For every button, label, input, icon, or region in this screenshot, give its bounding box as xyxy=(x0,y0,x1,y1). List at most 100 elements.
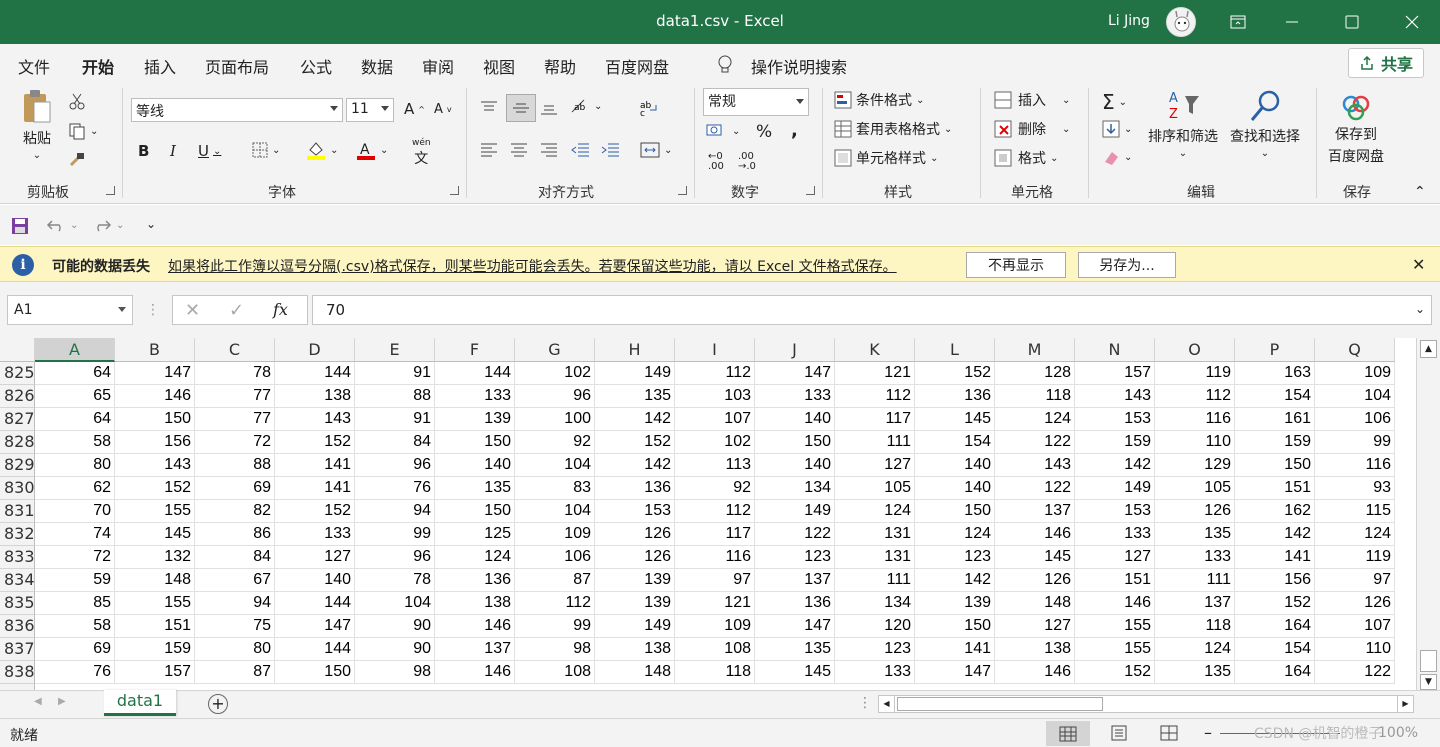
cell[interactable]: 155 xyxy=(1075,638,1155,661)
cell[interactable]: 74 xyxy=(35,523,115,546)
cell[interactable]: 115 xyxy=(1315,500,1395,523)
cell[interactable]: 145 xyxy=(995,546,1075,569)
normal-view-button[interactable] xyxy=(1046,721,1090,746)
align-bottom-icon[interactable] xyxy=(540,100,558,116)
tab-home[interactable]: 开始 xyxy=(82,54,115,85)
format-cells-button[interactable]: 格式 ⌄ xyxy=(994,148,1058,168)
tab-review[interactable]: 审阅 xyxy=(422,54,454,78)
tab-page-layout[interactable]: 页面布局 xyxy=(205,54,269,78)
cell[interactable]: 125 xyxy=(435,523,515,546)
cell[interactable]: 145 xyxy=(755,661,835,684)
accounting-format-icon[interactable]: ⌄ xyxy=(706,122,740,140)
column-header-q[interactable]: Q xyxy=(1315,338,1395,362)
close-icon[interactable] xyxy=(1392,6,1432,38)
borders-icon[interactable]: ⌄ xyxy=(252,142,280,158)
cell[interactable]: 144 xyxy=(435,362,515,385)
decrease-font-icon[interactable]: Av xyxy=(434,102,452,117)
cell[interactable]: 85 xyxy=(35,592,115,615)
cell[interactable]: 109 xyxy=(515,523,595,546)
column-header-e[interactable]: E xyxy=(355,338,435,362)
share-button[interactable]: 共享 xyxy=(1348,48,1424,78)
row-header[interactable]: 837 xyxy=(0,638,35,661)
expand-formula-icon[interactable]: ⌄ xyxy=(1415,302,1425,316)
column-header-a[interactable]: A xyxy=(35,338,115,362)
comma-button[interactable]: , xyxy=(791,120,798,141)
scroll-up-icon[interactable]: ▲ xyxy=(1420,340,1437,358)
cell[interactable]: 113 xyxy=(675,454,755,477)
cell[interactable]: 144 xyxy=(275,592,355,615)
cell[interactable]: 149 xyxy=(595,615,675,638)
cell[interactable]: 104 xyxy=(1315,385,1395,408)
italic-button[interactable]: I xyxy=(170,142,176,160)
cell[interactable]: 150 xyxy=(755,431,835,454)
cell[interactable]: 64 xyxy=(35,408,115,431)
lightbulb-icon[interactable] xyxy=(716,54,734,78)
cell[interactable]: 155 xyxy=(1075,615,1155,638)
row-header[interactable]: 826 xyxy=(0,385,35,408)
cell[interactable]: 58 xyxy=(35,431,115,454)
cell[interactable]: 144 xyxy=(275,362,355,385)
cell[interactable]: 118 xyxy=(1155,615,1235,638)
cell[interactable]: 87 xyxy=(195,661,275,684)
cell[interactable]: 126 xyxy=(995,569,1075,592)
cell[interactable]: 146 xyxy=(1075,592,1155,615)
column-header-l[interactable]: L xyxy=(915,338,995,362)
cell[interactable]: 107 xyxy=(1315,615,1395,638)
cell[interactable]: 90 xyxy=(355,615,435,638)
cell[interactable]: 116 xyxy=(1155,408,1235,431)
scroll-left-icon[interactable]: ◀ xyxy=(879,696,895,712)
cell[interactable]: 135 xyxy=(595,385,675,408)
cell[interactable]: 140 xyxy=(915,477,995,500)
align-middle-icon[interactable] xyxy=(506,94,536,122)
orientation-icon[interactable]: ab ⌄ xyxy=(570,98,602,114)
cell[interactable]: 80 xyxy=(195,638,275,661)
tab-help[interactable]: 帮助 xyxy=(544,54,576,78)
cell[interactable]: 152 xyxy=(915,362,995,385)
cell[interactable]: 131 xyxy=(835,546,915,569)
clipboard-launcher-icon[interactable] xyxy=(106,186,115,195)
cell[interactable]: 102 xyxy=(515,362,595,385)
cell[interactable]: 129 xyxy=(1155,454,1235,477)
cell[interactable]: 123 xyxy=(915,546,995,569)
scroll-right-icon[interactable]: ▶ xyxy=(1397,696,1413,712)
column-header-m[interactable]: M xyxy=(995,338,1075,362)
cell[interactable]: 121 xyxy=(675,592,755,615)
cell[interactable]: 106 xyxy=(515,546,595,569)
cell[interactable]: 133 xyxy=(835,661,915,684)
cell[interactable]: 104 xyxy=(515,454,595,477)
cell[interactable]: 122 xyxy=(995,477,1075,500)
cell[interactable]: 149 xyxy=(755,500,835,523)
column-header-o[interactable]: O xyxy=(1155,338,1235,362)
cell[interactable]: 157 xyxy=(1075,362,1155,385)
cell[interactable]: 124 xyxy=(1155,638,1235,661)
name-box[interactable]: A1 xyxy=(7,295,133,325)
cell[interactable]: 94 xyxy=(355,500,435,523)
cell[interactable]: 135 xyxy=(755,638,835,661)
cell[interactable]: 152 xyxy=(275,431,355,454)
cell[interactable]: 127 xyxy=(275,546,355,569)
cell[interactable]: 140 xyxy=(755,454,835,477)
cell[interactable]: 154 xyxy=(1235,385,1315,408)
cut-icon[interactable] xyxy=(68,92,86,110)
insert-cells-button[interactable]: 插入 ⌄ xyxy=(994,90,1070,110)
cell[interactable]: 155 xyxy=(115,500,195,523)
font-name-select[interactable]: 等线 xyxy=(131,98,343,122)
cell[interactable]: 142 xyxy=(1075,454,1155,477)
cell[interactable]: 162 xyxy=(1235,500,1315,523)
cell[interactable]: 112 xyxy=(675,362,755,385)
cell[interactable]: 139 xyxy=(595,569,675,592)
cell[interactable]: 143 xyxy=(995,454,1075,477)
page-break-view-icon[interactable] xyxy=(1160,725,1178,741)
tab-split-handle[interactable]: ⋮ xyxy=(858,695,872,711)
cell[interactable]: 146 xyxy=(435,615,515,638)
column-header-j[interactable]: J xyxy=(755,338,835,362)
cell[interactable]: 159 xyxy=(1075,431,1155,454)
cell[interactable]: 110 xyxy=(1155,431,1235,454)
select-all-corner[interactable] xyxy=(0,338,35,362)
tab-view[interactable]: 视图 xyxy=(483,54,515,78)
cell[interactable]: 135 xyxy=(435,477,515,500)
cell[interactable]: 122 xyxy=(1315,661,1395,684)
cell-styles-button[interactable]: 单元格样式 ⌄ xyxy=(834,148,938,168)
increase-indent-icon[interactable] xyxy=(600,142,620,158)
cell[interactable]: 124 xyxy=(995,408,1075,431)
